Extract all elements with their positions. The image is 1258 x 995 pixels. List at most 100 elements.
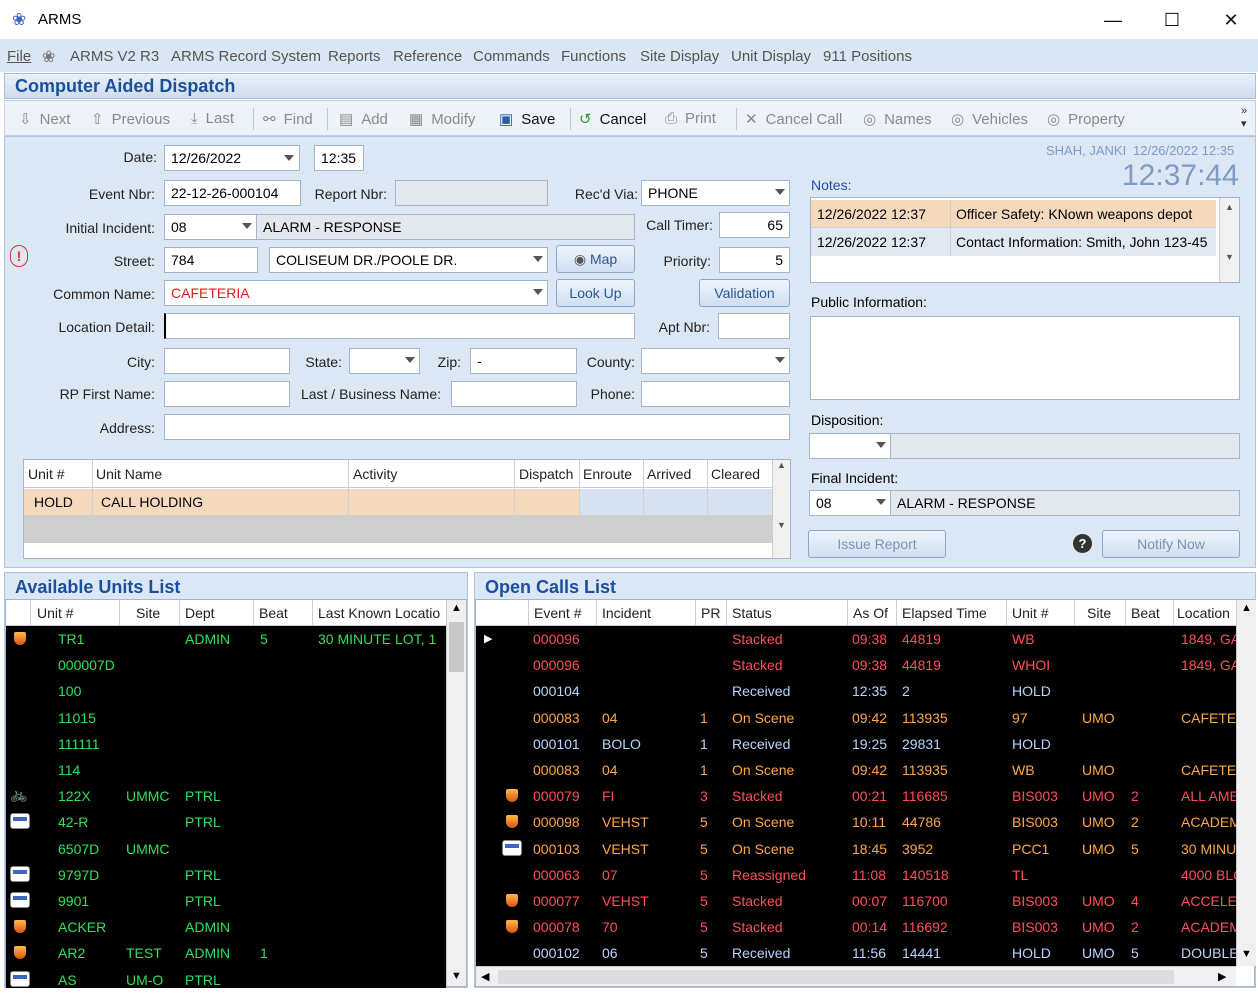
table-row[interactable]: HOLD CALL HOLDING	[24, 489, 772, 515]
unit-row[interactable]: 42-R PTRL	[6, 809, 446, 835]
apt-nbr-field[interactable]	[718, 313, 790, 339]
call-row[interactable]: 000104 Received 12:35 2 HOLD	[476, 678, 1236, 704]
help-icon[interactable]: ?	[1073, 534, 1092, 553]
menu-911-positions[interactable]: 911 Positions	[823, 48, 912, 65]
public-info-field[interactable]	[810, 316, 1240, 400]
scroll-left-icon[interactable]: ◀	[481, 970, 489, 983]
call-row[interactable]: 000077 VEHST 5 Stacked 00:07 116700 BIS003 UMO 4…	[476, 888, 1236, 914]
unit-row[interactable]: ACKER ADMIN	[6, 914, 446, 940]
city-field[interactable]	[164, 348, 290, 374]
cancel-button[interactable]: ↺ Cancel	[579, 110, 646, 129]
call-row[interactable]: 000103 VEHST 5 On Scene 18:45 3952 PCC1 UMO 5 30 …	[476, 836, 1236, 862]
open-calls-hscrollbar[interactable]: ◀ ▶	[476, 966, 1236, 986]
validation-button[interactable]: Validation	[699, 279, 790, 307]
address-field[interactable]	[164, 414, 790, 440]
find-button[interactable]: ⚯ Find	[263, 110, 313, 129]
initial-incident-code-select[interactable]: 08	[164, 214, 257, 240]
unit-row[interactable]: AS UM-O PTRL	[6, 967, 446, 988]
menu-commands[interactable]: Commands	[473, 48, 550, 65]
county-select[interactable]	[641, 348, 790, 374]
scroll-thumb[interactable]	[498, 970, 1174, 984]
vehicles-button[interactable]: ◎ Vehicles	[951, 110, 1028, 129]
date-field[interactable]: 12/26/2022	[164, 145, 300, 171]
chevron-down-icon[interactable]	[284, 155, 294, 161]
call-row[interactable]: 000079 FI 3 Stacked 00:21 116685 BIS003 UMO 2 ALL…	[476, 783, 1236, 809]
note-row[interactable]: 12/26/2022 12:37 Contact Information: Sm…	[811, 228, 1216, 256]
unit-row[interactable]: 100	[6, 678, 446, 704]
save-button[interactable]: ▣ Save	[499, 110, 555, 129]
menu-file[interactable]: File	[7, 48, 31, 65]
menu-unit-display[interactable]: Unit Display	[731, 48, 811, 65]
state-select[interactable]	[349, 348, 420, 374]
unit-row[interactable]: 114	[6, 757, 446, 783]
menu-arms-record-system[interactable]: ARMS Record System	[171, 48, 321, 65]
close-button[interactable]: ✕	[1202, 0, 1258, 40]
street-number-field[interactable]: 784	[164, 247, 258, 273]
modify-button[interactable]: ▦ Modify	[409, 110, 475, 129]
call-row[interactable]: 000083 04 1 On Scene 09:42 113935 97 UMO CAFETEI	[476, 705, 1236, 731]
call-row[interactable]: ▶ 000096 Stacked 09:38 44819 WB 1849, GA	[476, 626, 1236, 652]
last-button[interactable]: ⤓ Last	[191, 110, 234, 127]
event-nbr-field[interactable]: 22-12-26-000104	[164, 180, 301, 206]
scroll-up-icon[interactable]: ▲	[1241, 602, 1252, 614]
scroll-down-icon[interactable]: ▼	[451, 970, 462, 982]
table-row[interactable]	[24, 515, 772, 543]
cancel-call-button[interactable]: ✕ Cancel Call	[745, 110, 842, 129]
call-row[interactable]: 000083 04 1 On Scene 09:42 113935 WB UMO CAFETEI	[476, 757, 1236, 783]
scroll-down-icon[interactable]: ▼	[1241, 948, 1252, 960]
add-button[interactable]: ▤ Add	[339, 110, 388, 129]
call-row[interactable]: 000102 06 5 Received 11:56 14441 HOLD UMO 5 DOUBL…	[476, 940, 1236, 966]
menu-reference[interactable]: Reference	[393, 48, 462, 65]
common-name-select[interactable]: CAFETERIA	[164, 280, 548, 306]
call-row[interactable]: 000096 Stacked 09:38 44819 WHOI 1849, GA	[476, 652, 1236, 678]
issue-report-button[interactable]: Issue Report	[808, 530, 946, 558]
report-nbr-field[interactable]	[395, 180, 548, 206]
call-row[interactable]: 000098 VEHST 5 On Scene 10:11 44786 BIS003 UMO 2…	[476, 809, 1236, 835]
minimize-button[interactable]: —	[1084, 0, 1142, 40]
recd-via-select[interactable]: PHONE	[641, 180, 790, 206]
unit-row[interactable]: 🚲 122X UMMC PTRL	[6, 783, 446, 809]
scroll-up-icon[interactable]: ▲	[451, 602, 462, 614]
time-field[interactable]: 12:35	[314, 145, 364, 171]
unit-row[interactable]: 111111	[6, 731, 446, 757]
street-name-select[interactable]: COLISEUM DR./POOLE DR.	[269, 247, 548, 273]
unit-row[interactable]: 6507D UMMC	[6, 836, 446, 862]
unit-row[interactable]: 11015	[6, 705, 446, 731]
available-units-scrollbar[interactable]: ▲ ▼	[446, 600, 466, 986]
priority-field[interactable]: 5	[719, 247, 790, 273]
scroll-right-icon[interactable]: ▶	[1218, 970, 1226, 983]
menu-site-display[interactable]: Site Display	[640, 48, 719, 65]
names-button[interactable]: ◎ Names	[863, 110, 932, 129]
unit-row[interactable]: TR1 ADMIN 5 30 MINUTE LOT, 1	[6, 626, 446, 652]
lookup-button[interactable]: Look Up	[556, 279, 635, 307]
menu-functions[interactable]: Functions	[561, 48, 626, 65]
unit-row[interactable]: 9797D PTRL	[6, 862, 446, 888]
unit-row[interactable]: 9901 PTRL	[6, 888, 446, 914]
rp-first-name-field[interactable]	[164, 381, 290, 407]
location-detail-field[interactable]	[164, 313, 635, 339]
menu-reports[interactable]: Reports	[328, 48, 381, 65]
unit-row[interactable]: AR2 TEST ADMIN 1	[6, 940, 446, 966]
call-row[interactable]: 000078 70 5 Stacked 00:14 116692 BIS003 UMO 2 ACA…	[476, 914, 1236, 940]
final-incident-select[interactable]: 08	[809, 490, 891, 516]
next-button[interactable]: ⇩ Next	[19, 110, 70, 129]
note-row[interactable]: 12/26/2022 12:37 Officer Safety: KNown w…	[811, 200, 1216, 228]
notes-scrollbar[interactable]: ▲ ▼	[1219, 198, 1239, 282]
phone-field[interactable]	[641, 381, 790, 407]
grid-scrollbar[interactable]: ▲ ▼	[772, 460, 790, 558]
call-timer-field[interactable]: 65	[719, 212, 790, 238]
unit-row[interactable]: 000007D	[6, 652, 446, 678]
open-calls-vscrollbar[interactable]: ▲ ▼	[1236, 600, 1256, 966]
notify-now-button[interactable]: Notify Now	[1102, 530, 1240, 558]
last-business-name-field[interactable]	[451, 381, 577, 407]
property-button[interactable]: ◎ Property	[1047, 110, 1125, 129]
call-row[interactable]: 000101 BOLO 1 Received 19:25 29831 HOLD	[476, 731, 1236, 757]
toolbar-overflow-icon[interactable]: » ▾	[1241, 105, 1247, 130]
call-row[interactable]: 000063 07 5 Reassigned 11:08 140518 TL 4000 BLC	[476, 862, 1236, 888]
print-button[interactable]: ⎙ Print	[665, 110, 716, 127]
previous-button[interactable]: ⇧ Previous	[91, 110, 170, 129]
disposition-select[interactable]	[809, 433, 891, 459]
scroll-thumb[interactable]	[449, 622, 464, 672]
map-button[interactable]: ◉ Map	[556, 245, 635, 273]
menu-arms-v2[interactable]: ARMS V2 R3	[70, 48, 159, 65]
